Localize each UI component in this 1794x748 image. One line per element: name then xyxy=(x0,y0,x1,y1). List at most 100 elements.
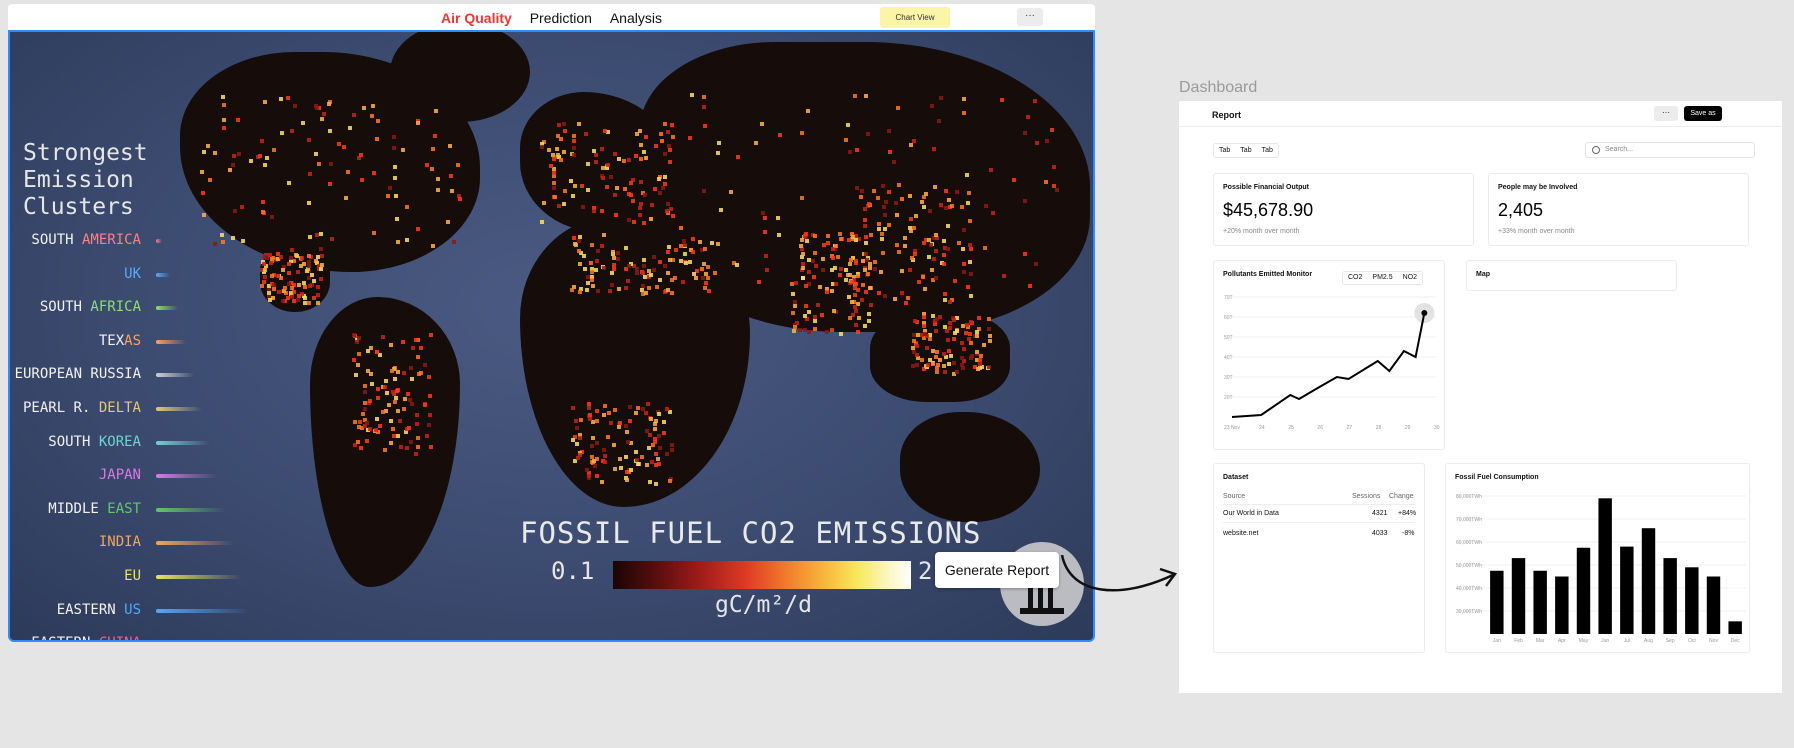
legend-item[interactable]: PEARL R. DELTA xyxy=(23,400,141,416)
emission-dot xyxy=(414,338,418,342)
bar-sep[interactable] xyxy=(1663,558,1677,634)
legend-item[interactable]: SOUTH AFRICA xyxy=(40,299,141,315)
nav-prediction[interactable]: Prediction xyxy=(530,10,592,26)
emission-dot xyxy=(943,370,947,374)
tab-1[interactable]: Tab xyxy=(1214,144,1235,157)
emission-dot xyxy=(628,405,632,409)
emission-dot xyxy=(887,223,891,227)
emission-dot xyxy=(416,445,420,449)
legend-item[interactable]: SOUTH AMERICA xyxy=(31,232,141,248)
legend-item[interactable]: INDIA xyxy=(99,534,141,550)
emission-dot xyxy=(594,268,598,272)
emission-dot xyxy=(641,284,645,288)
emission-dot xyxy=(757,280,761,284)
bar-aug[interactable] xyxy=(1641,528,1656,634)
emission-dot xyxy=(909,217,913,221)
bar-apr[interactable] xyxy=(1555,576,1569,635)
legend-item[interactable]: EU xyxy=(124,568,141,584)
legend-item[interactable]: TEXAS xyxy=(99,333,141,349)
bar-may[interactable] xyxy=(1576,547,1591,634)
emission-dot xyxy=(764,254,768,258)
bar-jul[interactable] xyxy=(1620,546,1634,634)
emission-dot xyxy=(1044,180,1048,184)
emission-dot xyxy=(639,157,643,161)
emission-dot xyxy=(411,346,415,350)
tab-no2[interactable]: NO2 xyxy=(1398,272,1422,284)
tab-co2[interactable]: CO2 xyxy=(1343,272,1367,284)
tab-pm25[interactable]: PM2.5 xyxy=(1367,272,1397,284)
emission-dot xyxy=(602,448,606,452)
emission-dot xyxy=(818,285,822,289)
x-tick-label: 23 Nov xyxy=(1224,425,1240,431)
more-options-button[interactable]: ··· xyxy=(1017,8,1043,26)
emission-dot xyxy=(962,262,966,266)
legend-item[interactable]: SOUTH KOREA xyxy=(48,434,141,450)
legend-item[interactable]: UK xyxy=(124,266,141,282)
emission-dot xyxy=(896,106,900,110)
search-input[interactable]: Search... xyxy=(1585,142,1755,158)
emission-dot xyxy=(861,283,865,287)
map-card[interactable]: Map xyxy=(1466,260,1677,291)
legend-item[interactable]: EASTERN US xyxy=(57,602,141,618)
emission-dot xyxy=(610,271,614,275)
emission-dot xyxy=(942,352,946,356)
dashboard-more-button[interactable]: ··· xyxy=(1654,106,1678,121)
people-involved-card: People may be Involved 2,405 +33% month … xyxy=(1488,173,1749,246)
emission-dot xyxy=(581,205,585,209)
bar-oct[interactable] xyxy=(1685,567,1699,634)
bar-jan[interactable] xyxy=(1490,570,1504,634)
legend-item[interactable]: EASTERN CHINA xyxy=(31,635,141,640)
emission-dot xyxy=(261,210,265,214)
emission-dot xyxy=(410,402,414,406)
nav-air-quality[interactable]: Air Quality xyxy=(441,10,512,26)
kpi-title: People may be Involved xyxy=(1498,184,1578,191)
save-as-button[interactable]: Save as xyxy=(1684,106,1722,121)
bar-dec[interactable] xyxy=(1728,621,1742,634)
emission-dot xyxy=(838,232,842,236)
emission-dot xyxy=(922,205,926,209)
emission-dot xyxy=(670,123,674,127)
emissions-map[interactable]: Strongest Emission Clusters FOSSIL FUEL … xyxy=(8,30,1095,642)
generate-report-button[interactable]: Generate Report xyxy=(935,552,1059,588)
bar-nov[interactable] xyxy=(1706,576,1721,635)
legend-item-highlight: JAPAN xyxy=(98,467,141,484)
emission-dot xyxy=(327,102,331,106)
emission-dot xyxy=(883,294,887,298)
colorbar-max-label: 2 xyxy=(918,557,933,585)
emission-dot xyxy=(942,239,946,243)
bar-mar[interactable] xyxy=(1533,570,1547,634)
emission-dot xyxy=(706,276,710,280)
highlight-point[interactable] xyxy=(1421,310,1428,316)
emission-dot xyxy=(848,150,852,154)
dataset-card: Dataset Source Sessions Change Our World… xyxy=(1213,463,1425,653)
nav-analysis[interactable]: Analysis xyxy=(610,10,662,26)
chart-view-button[interactable]: Chart View xyxy=(880,7,950,28)
tab-3[interactable]: Tab xyxy=(1257,144,1278,157)
bar-feb[interactable] xyxy=(1511,558,1526,634)
emission-dot xyxy=(969,341,973,345)
emission-dot xyxy=(872,189,876,193)
bar-jun[interactable] xyxy=(1598,498,1612,634)
emission-dot xyxy=(346,170,350,174)
emission-dot xyxy=(552,181,556,185)
emission-dot xyxy=(589,261,593,265)
emission-dot xyxy=(653,187,657,191)
emission-dot xyxy=(925,346,929,350)
emission-dot xyxy=(385,391,389,395)
emission-dot xyxy=(575,426,579,430)
emission-dot xyxy=(635,271,639,275)
emission-dot xyxy=(221,240,225,244)
emission-dot xyxy=(830,289,834,293)
emission-dot xyxy=(674,248,678,252)
tab-2[interactable]: Tab xyxy=(1235,144,1256,157)
emission-dot xyxy=(839,332,843,336)
legend-item[interactable]: EUROPEAN RUSSIA xyxy=(15,366,141,382)
emission-dot xyxy=(603,460,607,464)
emission-dot xyxy=(1026,115,1030,119)
emission-dot xyxy=(816,303,820,307)
legend-item[interactable]: JAPAN xyxy=(99,467,141,483)
legend-item[interactable]: MIDDLE EAST xyxy=(48,501,141,517)
emission-dot xyxy=(876,196,880,200)
emission-dot xyxy=(383,448,387,452)
emission-dot xyxy=(977,316,981,320)
